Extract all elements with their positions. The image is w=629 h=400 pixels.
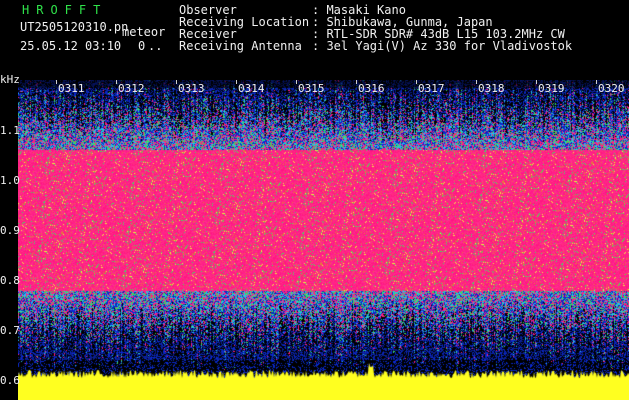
x-tick-mark	[296, 80, 297, 84]
y-tick-label: 0.6	[0, 374, 20, 387]
y-tick-label: 1.1	[0, 124, 20, 137]
x-tick-mark	[596, 80, 597, 84]
y-tick-label: 1.0	[0, 174, 20, 187]
meteor-label: meteor	[122, 25, 166, 39]
spectrogram-canvas	[18, 80, 629, 400]
x-tick-mark	[116, 80, 117, 84]
y-tick-label: 0.9	[0, 224, 20, 237]
x-tick-label: 0315	[298, 82, 325, 95]
y-tick-label: 0.7	[0, 324, 20, 337]
x-tick-label: 0317	[418, 82, 445, 95]
x-tick-label: 0318	[478, 82, 505, 95]
count-dots: ..	[148, 39, 163, 53]
datetime-label: 25.05.12 03:10	[20, 39, 122, 53]
x-tick-label: 0320	[598, 82, 625, 95]
x-tick-label: 0316	[358, 82, 385, 95]
x-tick-mark	[236, 80, 237, 84]
x-tick-mark	[416, 80, 417, 84]
filename-label: UT2505120310.pn	[20, 20, 129, 34]
x-tick-label: 0312	[118, 82, 145, 95]
app-brand: HROFFT	[22, 3, 108, 17]
y-tick-label: 0.8	[0, 274, 20, 287]
x-tick-mark	[356, 80, 357, 84]
x-tick-mark	[56, 80, 57, 84]
x-tick-mark	[176, 80, 177, 84]
x-tick-label: 0314	[238, 82, 265, 95]
x-tick-label: 0311	[58, 82, 85, 95]
x-tick-label: 0313	[178, 82, 205, 95]
y-unit-label: kHz	[0, 73, 20, 86]
x-tick-label: 0319	[538, 82, 565, 95]
count-label: 0	[138, 39, 146, 53]
x-tick-mark	[536, 80, 537, 84]
x-tick-mark	[476, 80, 477, 84]
antenna-label: Receiving Antenna	[179, 39, 302, 53]
antenna-value: : 3el Yagi(V) Az 330 for Vladivostok	[312, 39, 573, 53]
